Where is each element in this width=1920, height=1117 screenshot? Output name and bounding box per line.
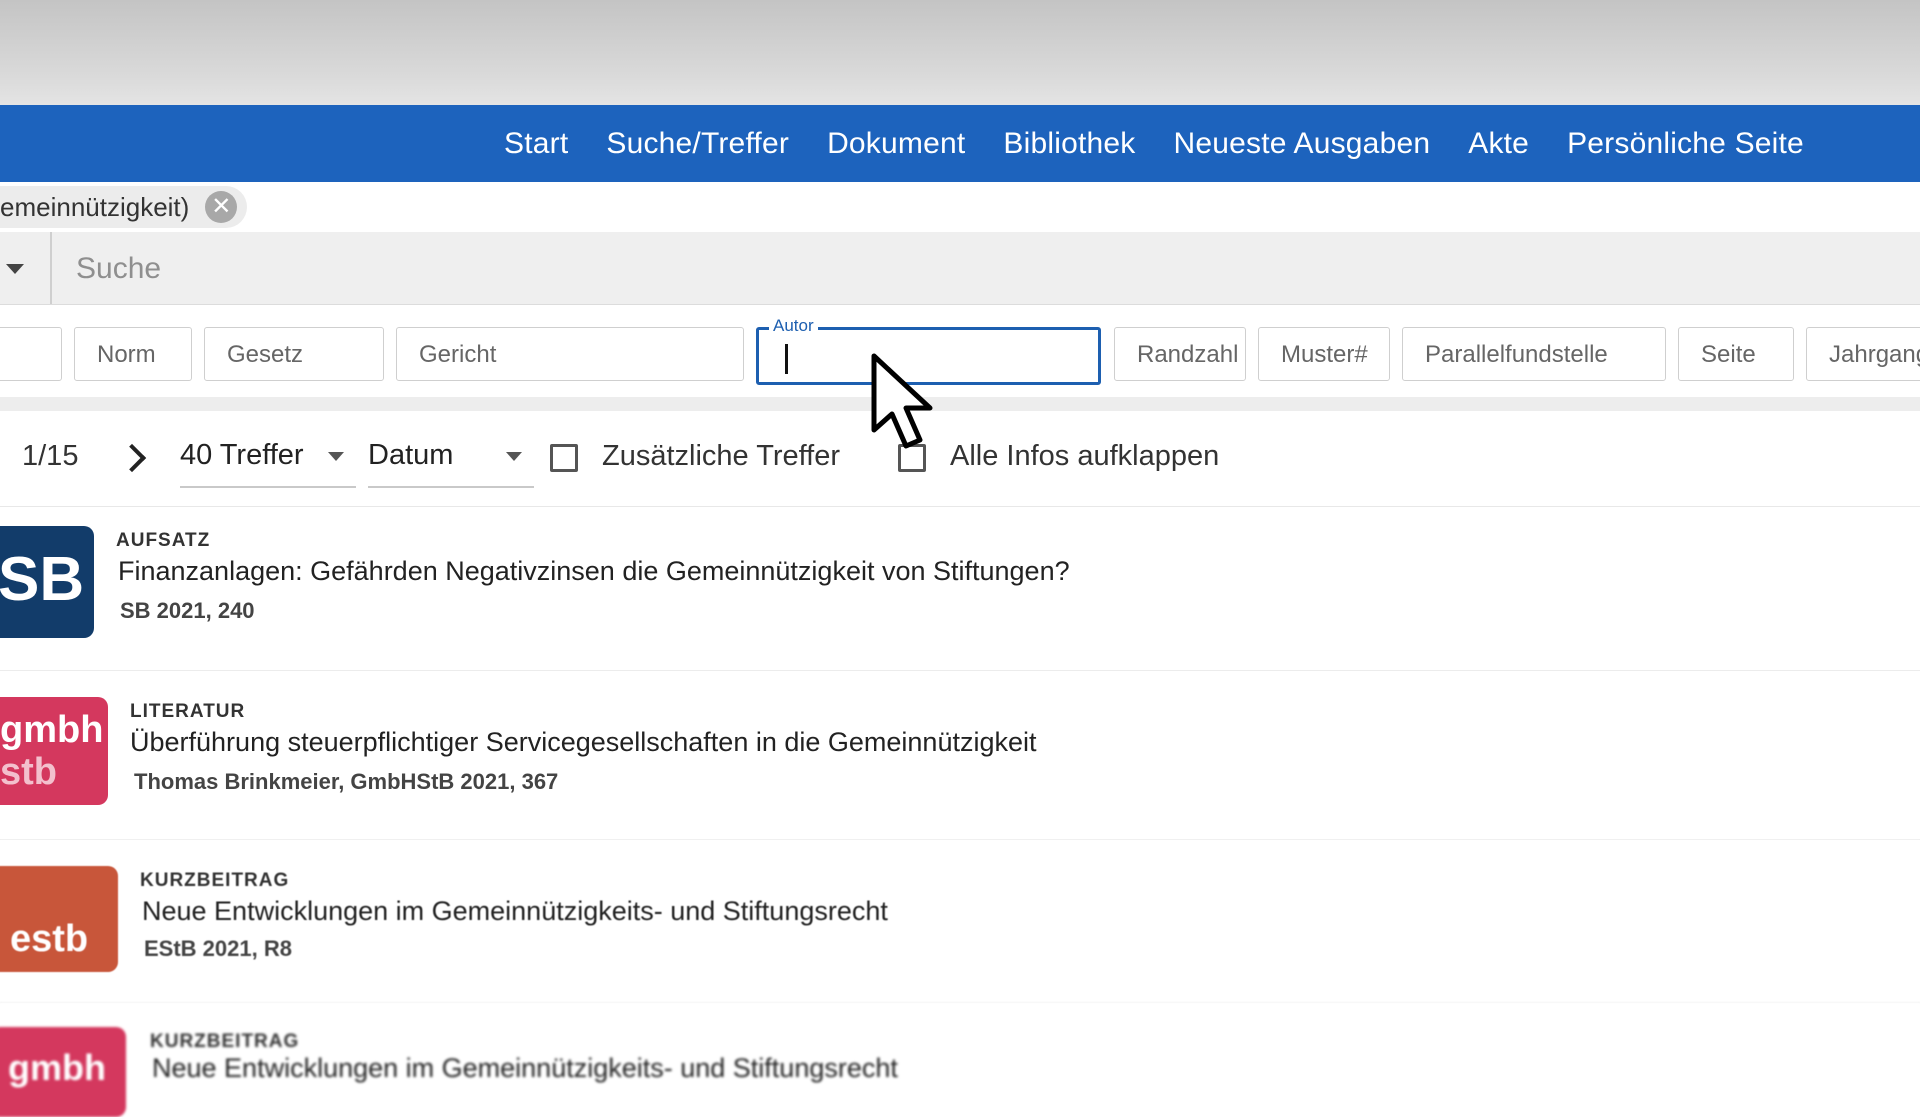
result-source: Thomas Brinkmeier, GmbHStB 2021, 367 (134, 769, 559, 794)
result-type: KURZBEITRAG (140, 870, 290, 891)
estb-logo: estb (0, 866, 118, 972)
logo-text: gmbh (8, 1047, 106, 1088)
result-title[interactable]: Neue Entwicklungen im Gemeinnützigkeits-… (152, 1053, 898, 1084)
list-item[interactable]: gmbh KURZBEITRAG Neue Entwicklungen im G… (0, 1003, 1920, 1117)
gesetz-field[interactable]: Gesetz (204, 327, 384, 381)
gericht-field[interactable]: Gericht (396, 327, 744, 381)
result-type: AUFSATZ (116, 530, 211, 551)
result-type: LITERATUR (130, 701, 246, 722)
active-filter-bar: emeinnützigkeit) ✕ (0, 182, 1920, 233)
chevron-down-icon (328, 452, 344, 461)
search-input[interactable] (54, 232, 1920, 306)
nav-start[interactable]: Start (504, 127, 568, 161)
nav-akte[interactable]: Akte (1468, 127, 1529, 161)
muster-field[interactable]: Muster# (1258, 327, 1390, 381)
result-title[interactable]: Finanzanlagen: Gefährden Negativzinsen d… (118, 556, 1070, 587)
chevron-down-icon (506, 452, 522, 461)
logo-text-line2: stb (0, 751, 57, 793)
text-caret (785, 344, 788, 374)
jahrgang-field[interactable]: Jahrgang (1806, 327, 1920, 381)
result-source: EStB 2021, R8 (144, 936, 292, 961)
list-item[interactable]: estb KURZBEITRAG Neue Entwicklungen im G… (0, 840, 1920, 1003)
gmbhstb-logo: gmbh stb (0, 697, 108, 805)
search-fields-row: Norm Gesetz Gericht Autor Randzahl Muste… (0, 305, 1920, 411)
chevron-right-icon[interactable] (117, 443, 147, 473)
result-title[interactable]: Überführung steuerpflichtiger Serviceges… (130, 727, 1037, 758)
main-navigation: Start Suche/Treffer Dokument Bibliothek … (0, 105, 1920, 182)
result-title[interactable]: Neue Entwicklungen im Gemeinnützigkeits-… (142, 896, 888, 927)
zusaetzliche-treffer-checkbox[interactable] (550, 444, 578, 472)
search-scope-dropdown[interactable] (0, 232, 52, 304)
nav-suche-treffer[interactable]: Suche/Treffer (606, 127, 789, 161)
logo-text: SB (0, 545, 85, 614)
treffer-select[interactable]: 40 Treffer (180, 432, 356, 488)
result-source: SB 2021, 240 (120, 598, 255, 623)
divider (0, 397, 1920, 411)
nav-persoenliche-seite[interactable]: Persönliche Seite (1567, 127, 1804, 161)
chevron-down-icon (6, 264, 24, 274)
logo-text-line1: gmbh (0, 709, 104, 751)
randzahl-field[interactable]: Randzahl (1114, 327, 1246, 381)
sort-select[interactable]: Datum (368, 432, 534, 488)
result-type: KURZBEITRAG (150, 1031, 300, 1052)
seite-field[interactable]: Seite (1678, 327, 1794, 381)
logo-text: estb (10, 918, 89, 960)
parallelfundstelle-field[interactable]: Parallelfundstelle (1402, 327, 1666, 381)
norm-field[interactable]: Norm (74, 327, 192, 381)
filter-chip[interactable]: emeinnützigkeit) ✕ (0, 186, 248, 228)
close-icon[interactable]: ✕ (205, 191, 238, 223)
gmbh-logo: gmbh (0, 1027, 126, 1117)
mouse-pointer-icon (871, 353, 933, 449)
results-toolbar: 1/15 40 Treffer Datum Zusätzliche Treffe… (0, 418, 1920, 507)
nav-neueste-ausgaben[interactable]: Neueste Ausgaben (1173, 127, 1430, 161)
window-top-area (0, 0, 1920, 105)
sb-logo: SB (0, 526, 94, 638)
filter-chip-label: emeinnützigkeit) (0, 192, 190, 222)
treffer-value: 40 Treffer (180, 439, 304, 471)
list-item[interactable]: gmbh stb LITERATUR Überführung steuerpfl… (0, 671, 1920, 840)
search-row (0, 232, 1920, 306)
sort-value: Datum (368, 439, 454, 471)
nav-bibliothek[interactable]: Bibliothek (1003, 127, 1135, 161)
autor-label: Autor (769, 316, 818, 336)
list-item[interactable]: SB AUFSATZ Finanzanlagen: Gefährden Nega… (0, 508, 1920, 671)
field-partial[interactable] (0, 327, 62, 381)
zusaetzliche-treffer-label[interactable]: Zusätzliche Treffer (602, 440, 840, 473)
page-indicator: 1/15 (22, 440, 79, 472)
alle-infos-label[interactable]: Alle Infos aufklappen (950, 440, 1219, 473)
nav-dokument[interactable]: Dokument (827, 127, 965, 161)
